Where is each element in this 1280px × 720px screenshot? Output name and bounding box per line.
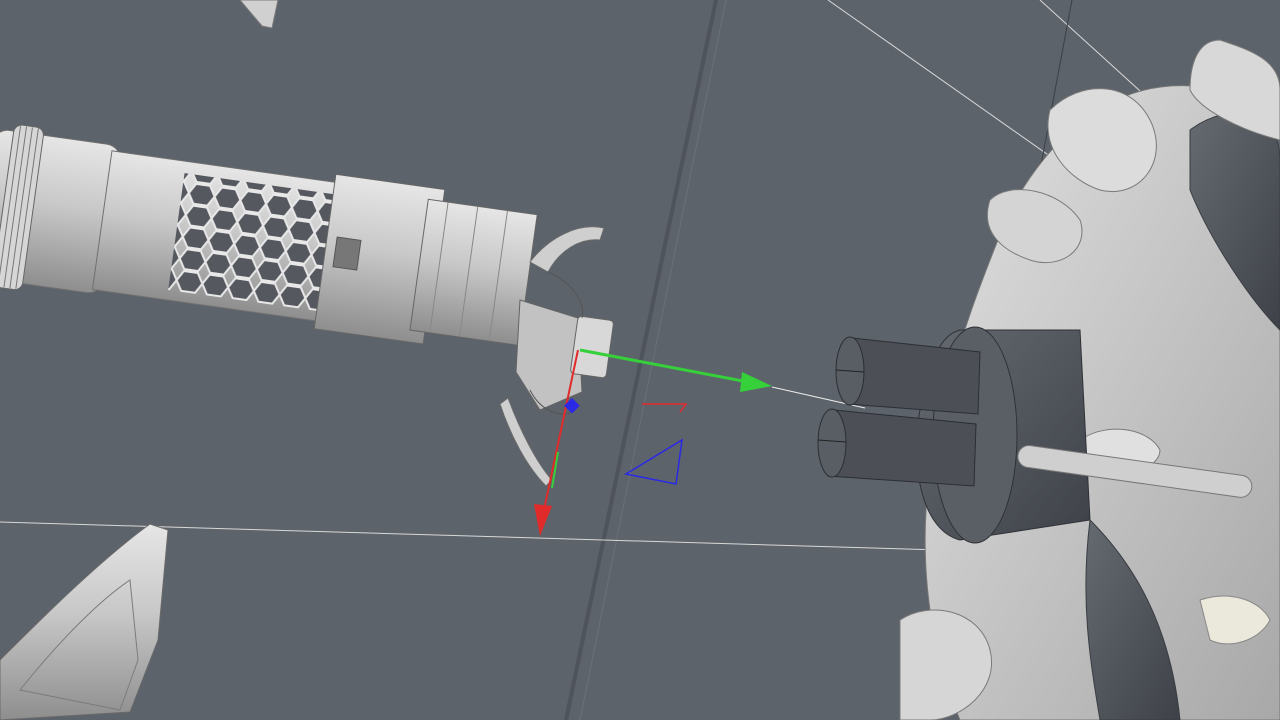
silencer-cylinder[interactable] [0,121,540,360]
hex-vent-panel [168,173,334,311]
gizmo-y-arrowhead[interactable] [740,372,772,392]
3d-viewport[interactable] [0,0,1280,720]
blade-fragment-top[interactable] [239,0,279,29]
plane-handle-xy[interactable] [642,403,688,413]
gizmo-x-arrowhead[interactable] [534,504,552,536]
transform-gizmo[interactable] [534,348,866,536]
plane-handle-yz[interactable] [623,438,683,485]
viewport-canvas[interactable] [0,0,1280,720]
